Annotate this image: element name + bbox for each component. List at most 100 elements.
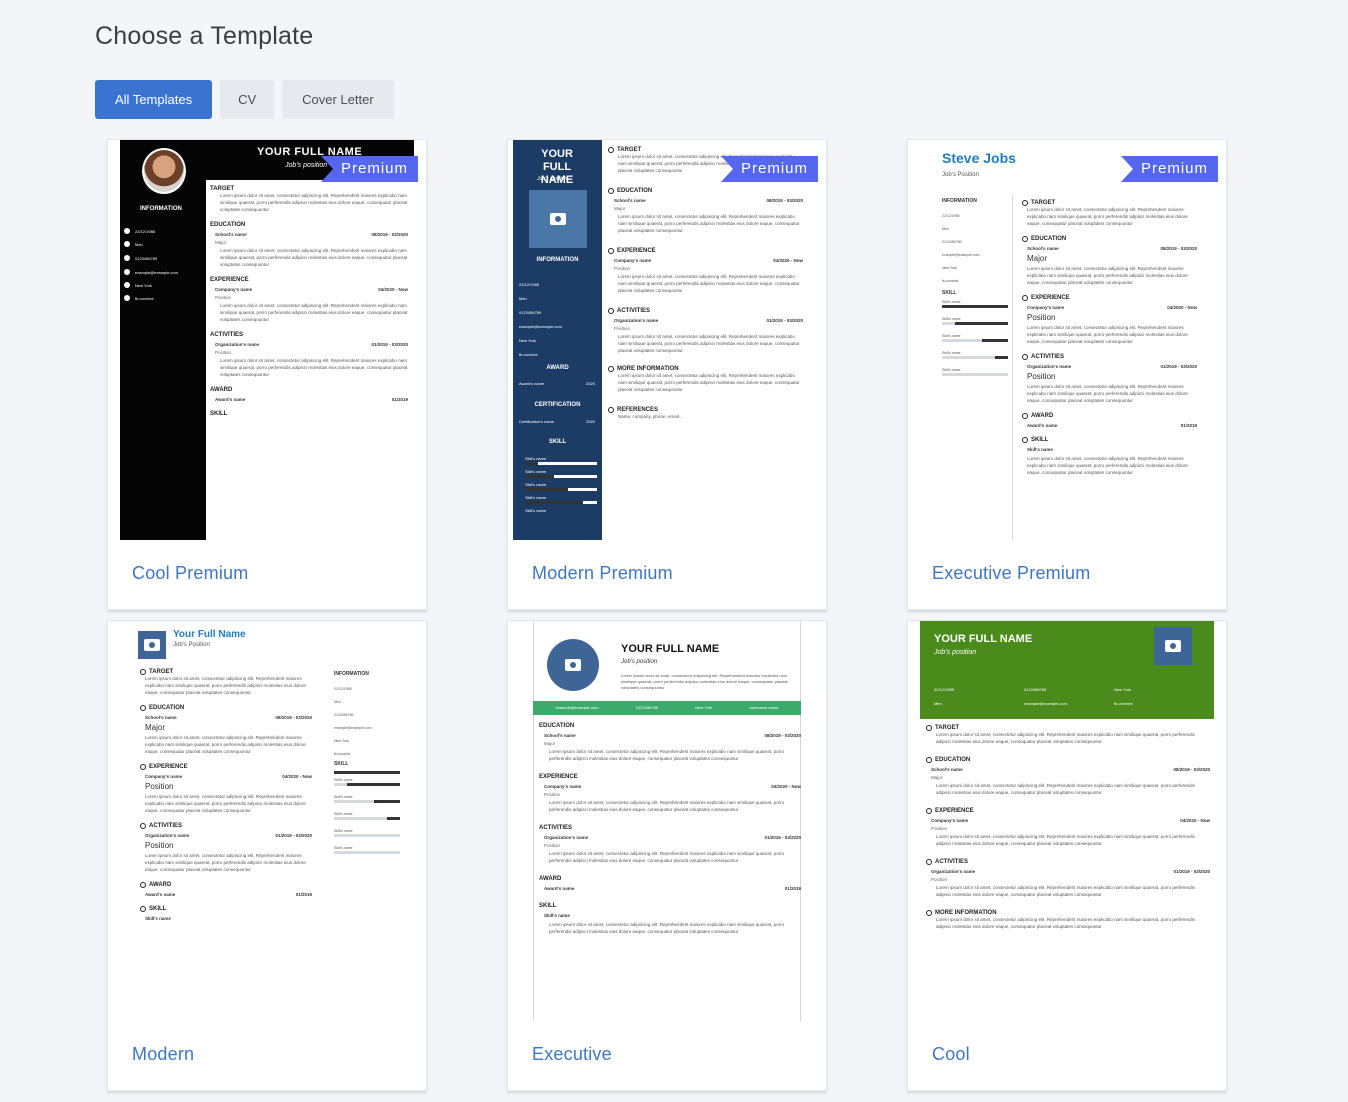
preview-section-title: ACTIVITIES bbox=[210, 332, 244, 338]
preview-row-label: Award's name bbox=[215, 397, 246, 402]
preview-sidebar: INFORMATION 22/12/1985 Men 0123456789 ex… bbox=[942, 198, 1008, 380]
preview-section-title: ACTIVITIES bbox=[149, 823, 183, 829]
preview-section-title: SKILL bbox=[1031, 437, 1049, 443]
preview-skill-name: Skill's name bbox=[334, 812, 353, 816]
skill-bar bbox=[942, 356, 1008, 359]
preview-job: Job's position bbox=[621, 659, 658, 665]
template-preview: YOUR FULL NAME Job's position 22/12/1985… bbox=[920, 621, 1214, 1021]
avatar bbox=[142, 148, 186, 194]
premium-badge: Premium bbox=[320, 156, 418, 182]
preview-info-list: 22/12/1985 Men 0123456789 example@exampl… bbox=[334, 683, 400, 761]
preview-info-item: example@example.com bbox=[135, 270, 178, 275]
preview-name: YOUR FULL NAME bbox=[934, 633, 1033, 645]
template-name[interactable]: Cool Premium bbox=[132, 563, 248, 584]
preview-section-title: EXPERIENCE bbox=[935, 808, 974, 814]
education-icon bbox=[140, 705, 146, 711]
preview-text: Lorem ipsum dolor sit amet, consectetur … bbox=[621, 673, 788, 690]
preview-section-title: ACTIVITIES bbox=[1031, 354, 1065, 360]
preview-row-date: 04/2020 - Now bbox=[773, 258, 803, 263]
preview-text: Lorem ipsum dolor sit amet, consectetur … bbox=[1027, 325, 1188, 344]
preview-cert-row: Certification's name 2020 bbox=[519, 419, 595, 424]
camera-icon bbox=[144, 639, 160, 651]
template-name[interactable]: Modern bbox=[132, 1044, 194, 1065]
skill-bar bbox=[334, 800, 400, 803]
preview-side-head: SKILL bbox=[548, 439, 567, 445]
preview-skill-name: Skill's name bbox=[334, 778, 353, 782]
preview-section-title: SKILL bbox=[539, 903, 557, 909]
preview-row-date: 04/2020 - Now bbox=[771, 784, 801, 789]
preview-main: EDUCATION School's name 08/2019 - 03/2020… bbox=[539, 721, 801, 935]
preview-row-label: Company's name bbox=[544, 784, 582, 789]
preview-info-item: fb.com/me bbox=[334, 752, 351, 756]
user-icon bbox=[608, 308, 614, 314]
preview-row-label: Skill's name bbox=[1027, 447, 1053, 452]
template-card-cool-premium[interactable]: YOUR FULL NAME Job's position INFORMATIO… bbox=[107, 139, 427, 610]
preview-skill-name: Skill's name bbox=[334, 795, 353, 799]
preview-header: YOUR FULL NAME Job's position 22/12/1985… bbox=[920, 621, 1214, 719]
preview-section-title: ACTIVITIES bbox=[617, 308, 651, 314]
preview-section-title: AWARD bbox=[1031, 413, 1054, 419]
skill-bar bbox=[942, 339, 1008, 342]
preview-row-label: School's name bbox=[1027, 246, 1059, 251]
preview-sub: Position bbox=[931, 877, 948, 882]
preview-sub: Position bbox=[614, 266, 631, 271]
preview-sub: Position bbox=[215, 295, 232, 300]
preview-sub: Major bbox=[544, 741, 556, 746]
template-card-executive[interactable]: YOUR FULL NAME Job's position Lorem ipsu… bbox=[507, 620, 827, 1091]
preview-skill-name: Skill's name bbox=[334, 846, 353, 850]
user-icon bbox=[140, 823, 146, 829]
briefcase-icon bbox=[608, 248, 614, 254]
preview-info-item: New York bbox=[519, 338, 536, 343]
preview-info-item: example@example.com bbox=[334, 726, 372, 730]
camera-icon bbox=[565, 659, 581, 671]
template-name[interactable]: Cool bbox=[932, 1044, 970, 1065]
preview-info-item: example@example.com bbox=[519, 324, 562, 329]
preview-row-label: Company's name bbox=[1027, 305, 1065, 310]
preview-text: Lorem ipsum dolor sit amet, consectetur … bbox=[936, 917, 1195, 929]
preview-text: Lorem ipsum dolor sit amet, consectetur … bbox=[1027, 266, 1188, 285]
preview-info-item: example@example.com bbox=[942, 253, 980, 257]
tab-cover-letter[interactable]: Cover Letter bbox=[282, 80, 394, 119]
preview-section-title: SKILL bbox=[149, 906, 167, 912]
preview-sidebar: YOUR FULL NAME Job's position INFORMATIO… bbox=[513, 140, 602, 540]
preview-row-label: School's name bbox=[614, 198, 646, 203]
preview-row-label: Organization's name bbox=[544, 835, 589, 840]
preview-section-title: EXPERIENCE bbox=[149, 764, 188, 770]
preview-text: Lorem ipsum dolor sit amet, consectetur … bbox=[936, 732, 1195, 744]
template-preview: YOUR FULL NAME Job's position Lorem ipsu… bbox=[533, 621, 801, 1021]
preview-text: Lorem ipsum dolor sit amet, consectetur … bbox=[1027, 384, 1188, 403]
preview-text: Lorem ipsum dolor sit amet, consectetur … bbox=[220, 358, 408, 377]
preview-text: Lorem ipsum dolor sit amet, consectetur … bbox=[220, 193, 408, 212]
preview-main: TARGET Lorem ipsum dolor sit amet, conse… bbox=[140, 667, 312, 924]
tab-all-templates[interactable]: All Templates bbox=[95, 80, 213, 119]
template-card-modern[interactable]: Your Full Name Job's Position TARGET Lor… bbox=[107, 620, 427, 1091]
contact-item: New York bbox=[1114, 687, 1131, 692]
template-name[interactable]: Modern Premium bbox=[532, 563, 673, 584]
preview-row-date: 01/2019 bbox=[1180, 423, 1197, 428]
preview-section-title: EXPERIENCE bbox=[617, 248, 656, 254]
trophy-icon bbox=[140, 882, 146, 888]
preview-text: Lorem ipsum dolor sit amet, consectetur … bbox=[145, 794, 306, 813]
preview-row-date: 04/2020 - Now bbox=[1180, 818, 1210, 823]
preview-sub: Major bbox=[614, 206, 626, 211]
preview-skill-name: Skill's name bbox=[942, 334, 961, 338]
preview-job: Job's position bbox=[285, 162, 328, 169]
preview-text: Lorem ipsum dolor sit amet, consectetur … bbox=[618, 334, 800, 353]
template-card-cool[interactable]: YOUR FULL NAME Job's position 22/12/1985… bbox=[907, 620, 1227, 1091]
template-name[interactable]: Executive Premium bbox=[932, 563, 1090, 584]
preview-main: TARGET Lorem ipsum dolor sit amet, conse… bbox=[1022, 200, 1197, 476]
preview-sub: Position bbox=[544, 792, 561, 797]
template-card-executive-premium[interactable]: Steve Jobs Job's Position INFORMATION 22… bbox=[907, 139, 1227, 610]
preview-sidebar bbox=[120, 140, 206, 540]
preview-section-title: EDUCATION bbox=[539, 723, 575, 729]
contact-item: example@example.com bbox=[555, 705, 599, 710]
preview-job: Job's Position bbox=[173, 642, 210, 648]
preview-row-label: Award's name bbox=[145, 892, 176, 897]
template-card-modern-premium[interactable]: YOUR FULL NAME Job's position INFORMATIO… bbox=[507, 139, 827, 610]
preview-row-label: Skill's name bbox=[145, 916, 171, 921]
preview-text: Lorem ipsum dolor sit amet, consectetur … bbox=[936, 834, 1195, 846]
preview-sub: Position bbox=[614, 326, 631, 331]
tab-cv[interactable]: CV bbox=[220, 80, 275, 119]
preview-info-item: Men bbox=[942, 227, 949, 231]
template-name[interactable]: Executive bbox=[532, 1044, 612, 1065]
